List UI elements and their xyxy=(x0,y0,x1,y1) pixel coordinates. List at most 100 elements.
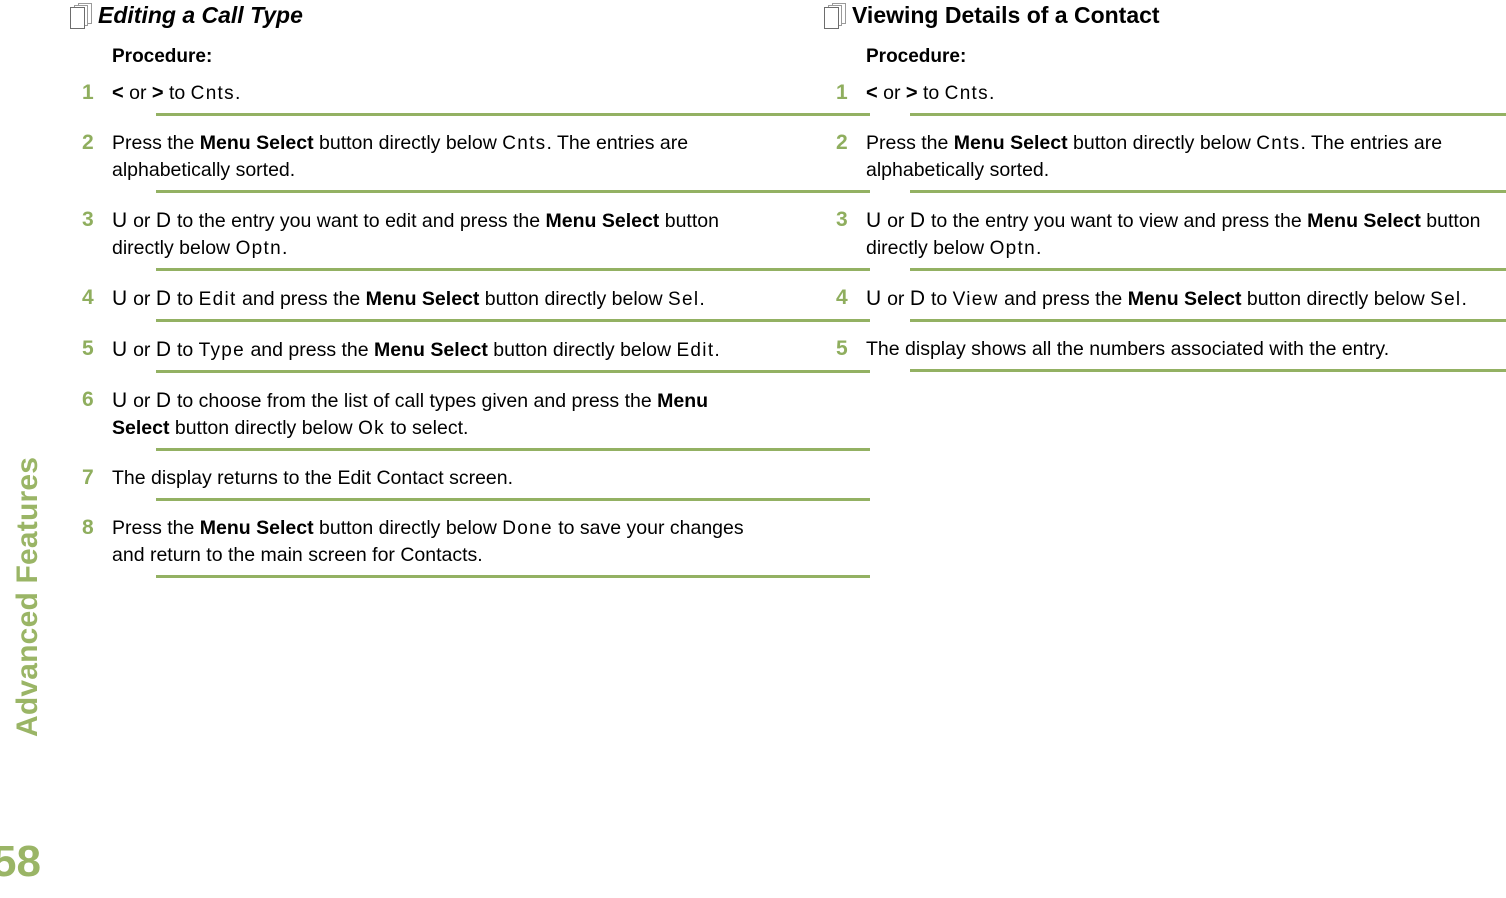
plain-text: to xyxy=(171,339,199,361)
plain-text: and press the xyxy=(236,288,366,310)
step-text: U or D to Edit and press the Menu Select… xyxy=(112,285,758,313)
plain-text: or xyxy=(127,210,156,232)
nav-key-glyph: U xyxy=(112,338,128,361)
nav-key-glyph: D xyxy=(155,287,172,310)
plain-text: . xyxy=(988,82,995,104)
step-number: 3 xyxy=(836,208,848,231)
plain-text: button directly below xyxy=(169,417,359,439)
plain-text: button directly below xyxy=(479,288,668,310)
step-divider xyxy=(156,575,870,578)
step-text: Press the Menu Select button directly be… xyxy=(866,130,1506,184)
pages-stack-icon xyxy=(822,3,852,29)
step-number: 1 xyxy=(836,81,848,104)
procedure-step: 4 U or D to View and press the Menu Selec… xyxy=(822,277,1506,328)
procedure-step: 1 < or > to Cnts. xyxy=(822,72,1506,122)
plain-text: and press the xyxy=(245,339,375,361)
procedure-step-list: 1 < or > to Cnts. 2 Press the Menu Select b… xyxy=(822,72,1506,378)
nav-key-glyph: > xyxy=(151,82,164,104)
device-display-text: Ok xyxy=(358,418,385,439)
procedure-step: 1 < or > to Cnts. xyxy=(68,72,870,122)
step-divider xyxy=(910,113,1506,116)
nav-key-glyph: U xyxy=(112,287,128,310)
section-title: Viewing Details of a Contact xyxy=(852,2,1160,28)
nav-key-glyph: D xyxy=(909,287,926,310)
device-display-text: Cnts xyxy=(1256,133,1301,154)
step-divider xyxy=(156,190,870,193)
device-display-text: View xyxy=(952,289,999,310)
plain-text: The display shows all the numbers associ… xyxy=(866,338,1390,360)
step-number: 7 xyxy=(82,466,94,489)
emphasis-button-name: Menu Select xyxy=(199,132,314,154)
step-divider xyxy=(156,319,870,322)
plain-text: button directly below xyxy=(313,517,503,539)
plain-text: or xyxy=(127,390,156,412)
plain-text: to select. xyxy=(384,417,469,439)
plain-text: button directly below xyxy=(1241,288,1431,310)
plain-text: Press the xyxy=(866,132,954,154)
step-number: 1 xyxy=(82,81,94,104)
step-divider xyxy=(156,498,870,501)
step-divider xyxy=(910,369,1506,372)
step-number: 2 xyxy=(82,131,94,154)
plain-text: to the entry you want to view and press … xyxy=(925,210,1308,232)
step-text: Press the Menu Select button directly be… xyxy=(112,130,758,184)
nav-key-glyph: D xyxy=(155,209,172,232)
column-left: Editing a Call Type Procedure: 1 < or > to … xyxy=(68,0,870,584)
step-text: U or D to the entry you want to view and… xyxy=(866,207,1506,262)
device-display-text: Done xyxy=(502,518,553,539)
plain-text: to xyxy=(917,82,945,104)
step-number: 5 xyxy=(82,337,94,360)
device-display-text: Cnts xyxy=(190,83,235,104)
plain-text: or xyxy=(123,82,152,104)
nav-key-glyph: U xyxy=(112,209,128,232)
nav-key-glyph: D xyxy=(155,389,172,412)
device-display-text: Cnts xyxy=(944,83,989,104)
procedure-label: Procedure: xyxy=(866,46,967,67)
device-display-text: Sel xyxy=(1430,289,1462,310)
procedure-step: 7 The display returns to the Edit Contact… xyxy=(68,457,870,507)
step-number: 5 xyxy=(836,337,848,360)
plain-text: to xyxy=(925,288,953,310)
step-divider xyxy=(910,319,1506,322)
nav-key-glyph: U xyxy=(112,389,128,412)
plain-text: . xyxy=(234,82,241,104)
plain-text: to xyxy=(163,82,191,104)
nav-key-glyph: U xyxy=(866,287,882,310)
plain-text: Press the xyxy=(112,517,200,539)
plain-text: button directly below xyxy=(487,339,677,361)
emphasis-button-name: Menu Select xyxy=(545,210,660,232)
nav-key-glyph: > xyxy=(905,82,918,104)
emphasis-button-name: Menu Select xyxy=(1307,210,1421,232)
procedure-step-list: 1 < or > to Cnts. 2 Press the Menu Select b… xyxy=(68,72,870,584)
step-text: U or D to View and press the Menu Select… xyxy=(866,285,1506,313)
nav-key-glyph: D xyxy=(909,209,926,232)
step-text: U or D to choose from the list of call t… xyxy=(112,387,758,442)
step-text: The display returns to the Edit Contact … xyxy=(112,465,758,492)
step-number: 8 xyxy=(82,516,94,539)
step-divider xyxy=(156,448,870,451)
nav-key-glyph: < xyxy=(866,82,878,104)
plain-text: to the entry you want to edit and press … xyxy=(171,210,546,232)
procedure-step: 4 U or D to Edit and press the Menu Selec… xyxy=(68,277,870,328)
plain-text: to choose from the list of call types gi… xyxy=(171,390,658,412)
plain-text: Press the xyxy=(112,132,200,154)
step-text: The display shows all the numbers associ… xyxy=(866,336,1506,363)
device-display-text: Cnts xyxy=(502,133,547,154)
step-number: 3 xyxy=(82,208,94,231)
step-text: < or > to Cnts. xyxy=(112,80,758,107)
page-columns: Editing a Call Type Procedure: 1 < or > to … xyxy=(0,0,1506,898)
procedure-step: 6U or D to choose from the list of call … xyxy=(68,379,870,457)
plain-text: or xyxy=(881,288,910,310)
nav-key-glyph: < xyxy=(112,82,124,104)
nav-key-glyph: D xyxy=(155,338,172,361)
plain-text: or xyxy=(881,210,910,232)
step-number: 4 xyxy=(836,286,848,309)
procedure-label: Procedure: xyxy=(112,46,213,67)
device-display-text: Edit xyxy=(676,340,715,361)
procedure-step: 8 Press the Menu Select button directly b… xyxy=(68,507,870,584)
plain-text: or xyxy=(127,339,156,361)
emphasis-button-name: Menu Select xyxy=(374,339,488,361)
step-divider xyxy=(910,268,1506,271)
section-heading: Viewing Details of a Contact xyxy=(822,2,1506,32)
plain-text: or xyxy=(127,288,156,310)
